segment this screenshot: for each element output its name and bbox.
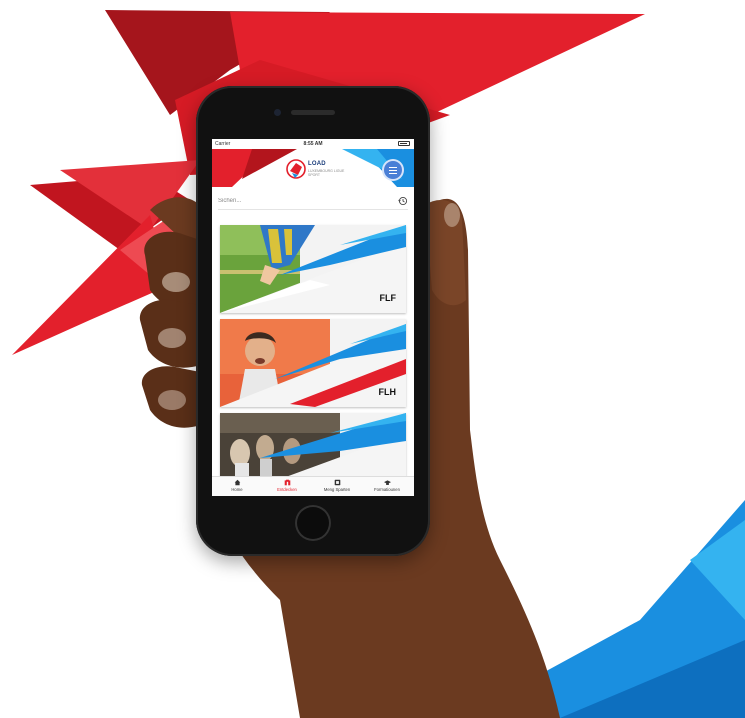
card-image [220,225,406,313]
tab-label: Home [231,487,243,492]
tab-label: Formatiounen [374,487,400,492]
promo-scene: Carrier 8:55 AM LOAD LUXEMBOURG LIGUE SP… [0,0,745,718]
tab-discover[interactable]: Entdecken [262,479,312,496]
earpiece [291,110,335,115]
status-bar: Carrier 8:55 AM [212,139,414,149]
phone-screen: Carrier 8:55 AM LOAD LUXEMBOURG LIGUE SP… [212,139,414,496]
menu-button[interactable] [384,161,402,179]
front-camera [274,109,281,116]
federation-card-flh[interactable]: FLH [220,319,406,407]
graduation-cap-icon [383,480,391,485]
discover-icon [284,479,290,486]
card-label: FLH [378,387,397,397]
tab-label: Entdecken [277,487,297,492]
home-icon [234,479,240,486]
app-logo[interactable]: LOAD LUXEMBOURG LIGUE SPORT [286,157,346,183]
bottom-tab-bar: Home Entdecken Meng Sparten Formatiounen [212,476,414,496]
logo-mark-icon [286,159,306,179]
battery-icon [398,141,410,146]
tab-label: Meng Sparten [323,487,351,492]
tab-trainings[interactable]: Formatiounen [362,479,412,496]
card-label: FLF [379,293,397,303]
logo-text: LOAD [308,161,326,167]
federation-card-flf[interactable]: FLF [220,225,406,313]
sports-icon [334,479,340,486]
clock: 8:55 AM [303,141,323,147]
tab-my-sports[interactable]: Meng Sparten [312,479,362,496]
app-header: LOAD LUXEMBOURG LIGUE SPORT [212,149,414,187]
home-button[interactable] [295,505,331,541]
hamburger-icon [389,167,397,168]
tab-home[interactable]: Home [212,479,262,496]
history-icon[interactable] [398,196,408,206]
smartphone: Carrier 8:55 AM LOAD LUXEMBOURG LIGUE SP… [196,86,430,556]
search-bar [218,195,408,210]
logo-subtitle: LUXEMBOURG LIGUE SPORT [308,169,345,177]
search-input[interactable] [218,195,388,207]
